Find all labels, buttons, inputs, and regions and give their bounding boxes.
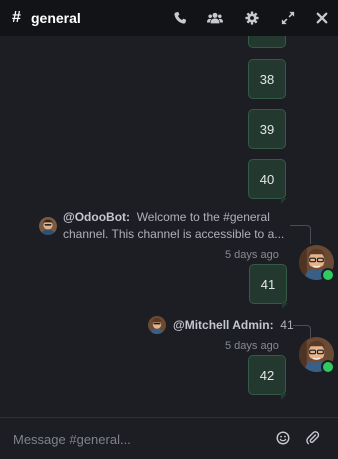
online-status-icon <box>321 360 335 374</box>
paperclip-icon[interactable] <box>306 431 320 445</box>
reply-author: @OdooBot: <box>63 210 131 224</box>
bubble-tail <box>281 394 287 400</box>
message-composer <box>0 417 338 459</box>
message-bubble: 41 <box>249 264 287 304</box>
phone-icon[interactable] <box>173 11 187 25</box>
message-bubble: 40 <box>248 159 286 199</box>
chat-window-header: # general <box>0 0 338 36</box>
channel-hash-icon: # <box>12 9 21 26</box>
reply-context-mitchell[interactable]: @Mitchell Admin: 41 <box>173 317 294 334</box>
odoobot-avatar[interactable] <box>39 217 57 235</box>
message-bubble: 37 <box>248 36 286 48</box>
message-input[interactable] <box>11 428 265 450</box>
reply-connector <box>293 325 311 338</box>
message-timestamp: 5 days ago <box>225 340 279 352</box>
message-bubble: 42 <box>248 355 286 395</box>
reply-preview-text: 41 <box>280 318 294 332</box>
reply-connector <box>290 225 311 244</box>
message-bubble: 39 <box>248 109 286 149</box>
message-timestamp: 5 days ago <box>225 249 279 261</box>
bubble-tail <box>281 198 287 204</box>
online-status-icon <box>321 268 335 282</box>
channel-title[interactable]: general <box>31 10 81 26</box>
reply-preview-line2: channel. This channel is accessible to a… <box>63 227 285 241</box>
reply-author: @Mitchell Admin: <box>173 318 274 332</box>
reply-context-odoobot[interactable]: @OdooBot: Welcome to the #general channe… <box>63 209 298 243</box>
bubble-tail <box>282 303 288 309</box>
users-icon[interactable] <box>207 11 223 25</box>
emoji-icon[interactable] <box>276 431 290 445</box>
close-icon[interactable] <box>316 11 328 25</box>
mitchell-admin-small-avatar[interactable] <box>148 316 166 334</box>
expand-icon[interactable] <box>281 11 295 25</box>
message-thread[interactable]: 37 38 39 40 @OdooBot: Welcome to the #ge… <box>0 36 338 417</box>
message-bubble: 38 <box>248 59 286 99</box>
gear-icon[interactable] <box>245 11 259 25</box>
reply-preview-line1: Welcome to the #general <box>136 210 270 224</box>
